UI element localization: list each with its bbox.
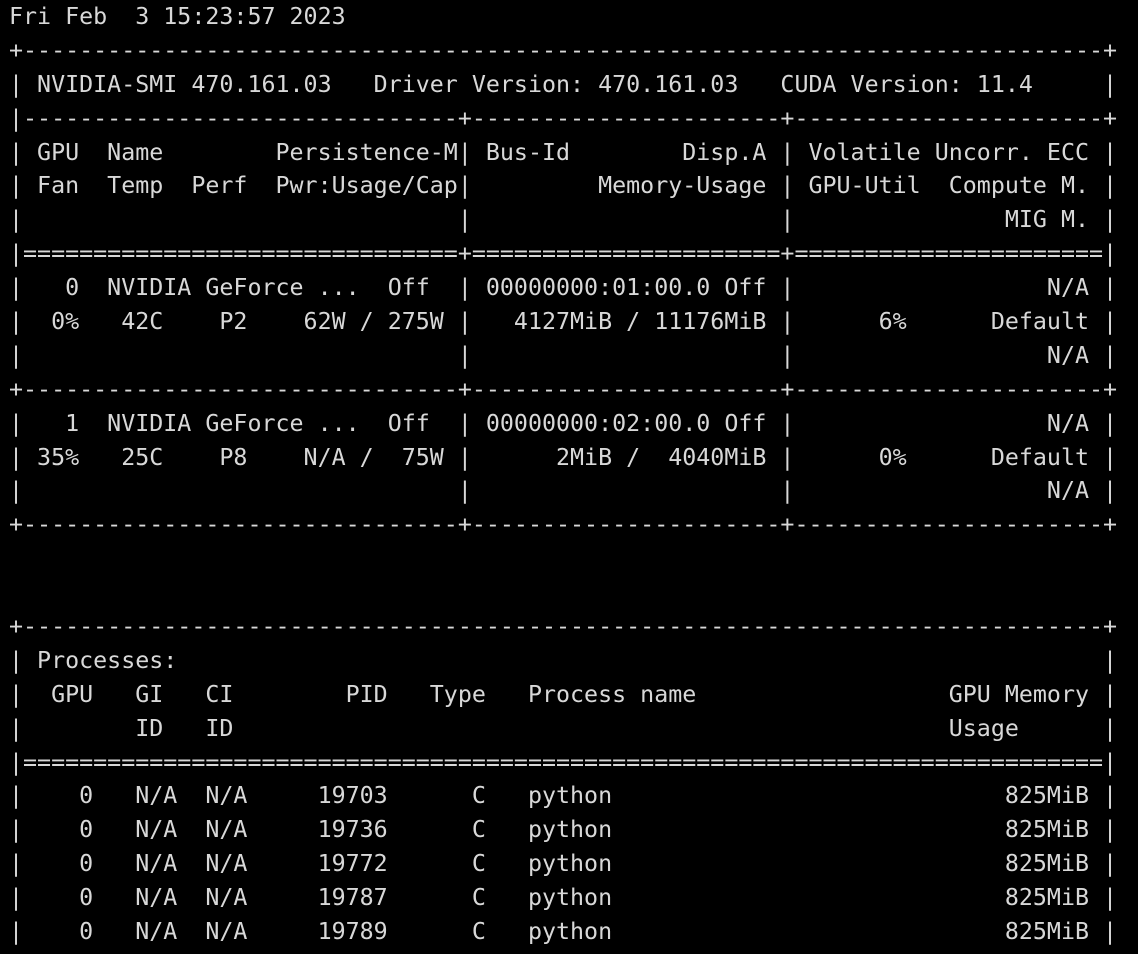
process-row: | 0 N/A N/A 19703 C python 825MiB | [9, 782, 1118, 810]
gpu-0-row-2: | 0% 42C P2 62W / 275W | 4127MiB / 11176… [9, 308, 1118, 336]
process-column-headers-row-2: | ID ID Usage | [9, 714, 1118, 742]
gpu-column-headers-row-3: | | | MIG M. | [9, 206, 1118, 234]
terminal-output[interactable]: Fri Feb 3 15:23:57 2023 +---------------… [0, 0, 1138, 954]
process-row: | 0 N/A N/A 19772 C python 825MiB | [9, 850, 1118, 878]
process-row: | 0 N/A N/A 19789 C python 825MiB | [9, 918, 1118, 946]
gpu-0-row-1: | 0 NVIDIA GeForce ... Off | 00000000:01… [9, 274, 1118, 302]
gpu-0-row-3: | | | N/A | [9, 341, 1118, 369]
process-row: | 0 N/A N/A 19736 C python 825MiB | [9, 816, 1118, 844]
processes-title: | Processes: | [9, 646, 1118, 674]
gpu-header-divider: |===============================+=======… [9, 240, 1118, 268]
process-header-divider: |=======================================… [9, 748, 1118, 776]
gpu-table-border-bottom: +-------------------------------+-------… [9, 511, 1118, 539]
table-border-top: +---------------------------------------… [9, 36, 1118, 64]
gpu-1-row-3: | | | N/A | [9, 477, 1118, 505]
gpu-column-headers-row-1: | GPU Name Persistence-M| Bus-Id Disp.A … [9, 138, 1118, 166]
process-table-border-bottom: +---------------------------------------… [9, 949, 1138, 954]
version-header-line: | NVIDIA-SMI 470.161.03 Driver Version: … [9, 70, 1118, 98]
gpu-column-headers-row-2: | Fan Temp Perf Pwr:Usage/Cap| Memory-Us… [9, 172, 1118, 200]
process-row: | 0 N/A N/A 19787 C python 825MiB | [9, 884, 1118, 912]
gpu-separator-line: +-------------------------------+-------… [9, 375, 1118, 403]
timestamp-line: Fri Feb 3 15:23:57 2023 [9, 3, 346, 30]
column-separator-line: |-------------------------------+-------… [9, 104, 1118, 132]
process-column-headers-row-1: | GPU GI CI PID Type Process name GPU Me… [9, 680, 1118, 708]
gpu-1-row-2: | 35% 25C P8 N/A / 75W | 2MiB / 4040MiB … [9, 443, 1118, 471]
gpu-1-row-1: | 1 NVIDIA GeForce ... Off | 00000000:02… [9, 409, 1118, 437]
process-table-border-top: +---------------------------------------… [9, 613, 1118, 641]
